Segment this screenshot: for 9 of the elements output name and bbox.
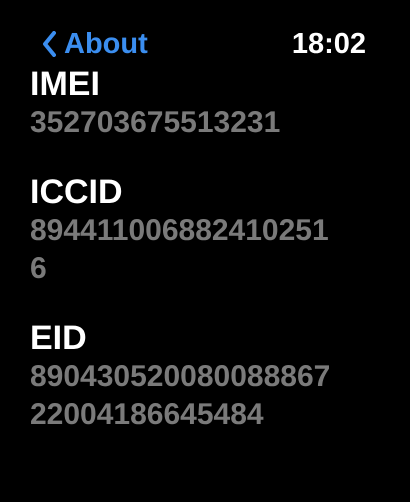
field-label: EID bbox=[30, 318, 88, 358]
field-label: ICCID bbox=[30, 172, 124, 212]
chevron-left-icon bbox=[42, 31, 56, 57]
field-value: 89043052008008886722004186645484 bbox=[30, 359, 332, 433]
field-value: 352703675513231 bbox=[30, 105, 282, 141]
clock-time: 18:02 bbox=[292, 27, 366, 62]
field-value: 8944110068824102516 bbox=[30, 213, 330, 287]
back-button[interactable]: About bbox=[42, 24, 148, 64]
field-label: IMEI bbox=[30, 64, 101, 104]
